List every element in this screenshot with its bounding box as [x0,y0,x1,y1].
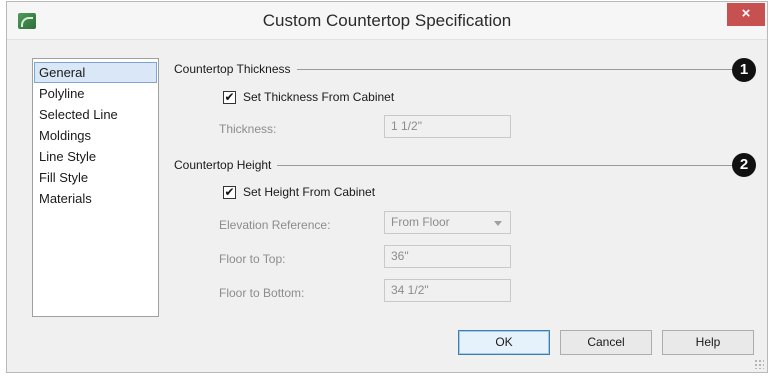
resize-grip-icon[interactable] [754,359,764,369]
elevation-reference-value: From Floor [391,215,450,229]
set-height-checkbox[interactable]: ✔ [223,185,236,199]
nav-item-fill-style[interactable]: Fill Style [34,167,157,188]
floor-to-top-label: Floor to Top: [219,252,286,266]
close-button[interactable]: × [727,3,765,26]
nav-item-general[interactable]: General [34,62,157,83]
nav-item-selected-line[interactable]: Selected Line [34,104,157,125]
floor-to-top-field[interactable]: 36" [384,245,511,268]
set-thickness-checkbox-row[interactable]: ✔ Set Thickness From Cabinet [223,90,394,104]
chevron-down-icon [494,221,502,226]
thickness-label: Thickness: [219,122,277,136]
ok-button[interactable]: OK [458,330,550,355]
elevation-reference-label: Elevation Reference: [219,218,331,232]
floor-to-bottom-field[interactable]: 34 1/2" [384,279,511,302]
cancel-button[interactable]: Cancel [560,330,652,355]
callout-badge-1: 1 [732,58,756,82]
nav-item-moldings[interactable]: Moldings [34,125,157,146]
set-height-checkbox-label: Set Height From Cabinet [243,185,376,199]
elevation-reference-select[interactable]: From Floor [384,211,511,234]
floor-to-bottom-label: Floor to Bottom: [219,286,305,300]
category-list: General Polyline Selected Line Moldings … [32,58,159,317]
set-thickness-checkbox-label: Set Thickness From Cabinet [243,90,395,104]
callout-badge-2: 2 [732,153,756,177]
height-group-label: Countertop Height [174,158,278,172]
set-height-checkbox-row[interactable]: ✔ Set Height From Cabinet [223,185,375,199]
nav-item-polyline[interactable]: Polyline [34,83,157,104]
thickness-field[interactable]: 1 1/2" [384,115,511,138]
thickness-group-label: Countertop Thickness [174,62,297,76]
help-button[interactable]: Help [662,330,754,355]
set-thickness-checkbox[interactable]: ✔ [223,90,236,104]
nav-item-line-style[interactable]: Line Style [34,146,157,167]
dialog-title: Custom Countertop Specification [262,11,512,30]
title-bar: Custom Countertop Specification × [7,2,767,40]
nav-item-materials[interactable]: Materials [34,188,157,209]
dialog-window: Custom Countertop Specification × Genera… [6,1,768,373]
